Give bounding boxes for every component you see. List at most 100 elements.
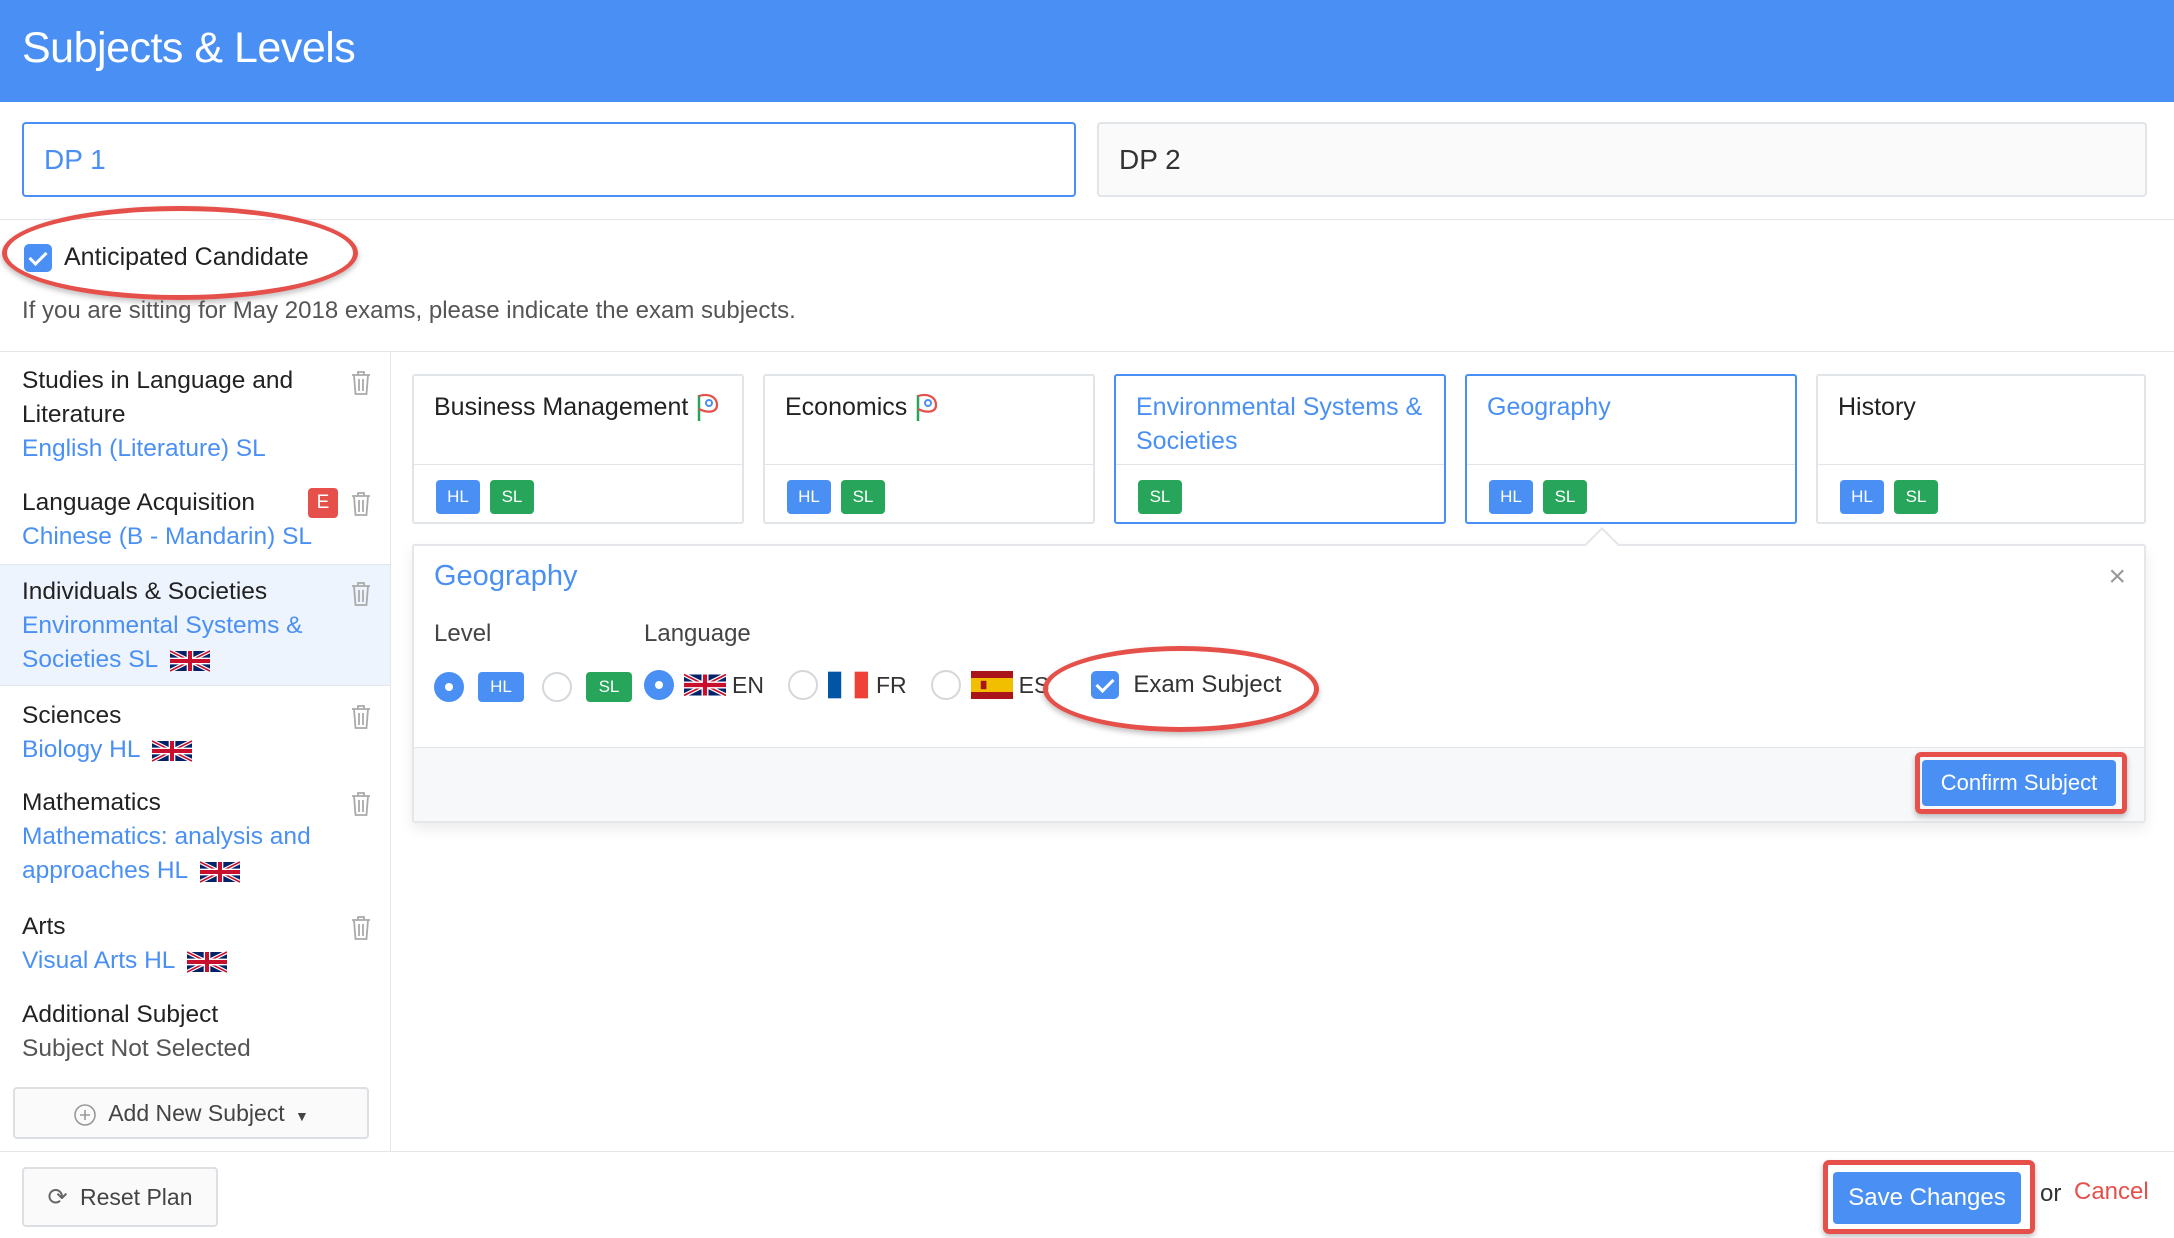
save-changes-button[interactable]: Save Changes: [1833, 1172, 2021, 1224]
anticipated-candidate[interactable]: Anticipated Candidate: [24, 243, 309, 272]
language-en-radio[interactable]: [644, 670, 674, 700]
pin-icon: [698, 394, 719, 422]
level-hl-badge[interactable]: HL: [436, 480, 480, 514]
trash-icon[interactable]: [350, 915, 372, 941]
subject-link[interactable]: Mathematics: analysis and: [22, 820, 368, 854]
uk-flag-icon: [152, 739, 193, 762]
level-sl-badge[interactable]: SL: [1138, 480, 1182, 514]
or-text: or: [2040, 1180, 2062, 1207]
level-label: Level: [434, 620, 492, 647]
france-flag-icon: [827, 671, 868, 699]
level-sl-badge[interactable]: SL: [1543, 480, 1587, 514]
trash-icon[interactable]: [350, 581, 372, 607]
subject-card-economics[interactable]: Economics HL SL: [763, 374, 1095, 524]
detail-title: Geography: [434, 560, 578, 592]
level-hl-badge: HL: [478, 672, 524, 702]
divider: [0, 351, 2174, 352]
sidebar-item-language-literature[interactable]: Studies in Language and Literature Engli…: [0, 364, 390, 476]
level-sl-badge[interactable]: SL: [1894, 480, 1938, 514]
card-divider: [414, 464, 742, 465]
group-name: Additional Subject: [22, 1001, 219, 1028]
subject-link[interactable]: English (Literature) SL: [22, 432, 368, 466]
language-es-label: ES: [1018, 671, 1050, 698]
trash-icon[interactable]: [350, 704, 372, 730]
level-hl-badge[interactable]: HL: [1840, 480, 1884, 514]
uk-flag-icon: [187, 950, 228, 973]
card-divider: [765, 464, 1093, 465]
level-hl-badge[interactable]: HL: [1489, 480, 1533, 514]
subject-link[interactable]: Visual Arts HL: [22, 944, 368, 978]
tab-dp1[interactable]: DP 1: [22, 122, 1076, 197]
add-new-subject-button[interactable]: Add New Subject ▼: [13, 1087, 369, 1139]
subject-placeholder: Subject Not Selected: [22, 1035, 251, 1062]
close-icon[interactable]: ×: [2108, 560, 2126, 594]
trash-icon[interactable]: [350, 491, 372, 517]
card-title: Geography: [1487, 393, 1611, 421]
card-title: Economics: [785, 390, 1077, 424]
sidebar-item-individuals-societies[interactable]: Individuals & Societies Environmental Sy…: [0, 564, 390, 686]
trash-icon[interactable]: [350, 370, 372, 396]
group-name: Individuals & Societies: [22, 578, 268, 605]
sidebar-item-arts[interactable]: Arts Visual Arts HL: [0, 910, 390, 990]
divider: [0, 219, 2174, 220]
language-fr-label: FR: [875, 671, 907, 698]
confirm-subject-button[interactable]: Confirm Subject: [1922, 760, 2116, 806]
plus-circle-icon: [74, 1104, 96, 1126]
subject-card-geography[interactable]: Geography HL SL: [1465, 374, 1797, 524]
add-new-subject-label: Add New Subject: [108, 1100, 285, 1126]
card-title: History: [1838, 393, 1916, 421]
level-hl-radio[interactable]: [434, 672, 464, 702]
page-header: Subjects & Levels: [0, 0, 2174, 102]
exam-subject-checkbox[interactable]: [1091, 671, 1120, 699]
card-title: Environmental Systems & Societies: [1136, 393, 1423, 455]
sidebar-item-sciences[interactable]: Sciences Biology HL: [0, 699, 390, 779]
help-text: If you are sitting for May 2018 exams, p…: [22, 297, 796, 324]
subject-link[interactable]: Biology HL: [22, 733, 368, 767]
group-name: Mathematics: [22, 789, 161, 816]
subject-link-cont[interactable]: Societies SL: [22, 643, 368, 677]
pin-icon: [916, 394, 938, 422]
spain-flag-icon: [970, 671, 1013, 699]
tab-dp2[interactable]: DP 2: [1097, 122, 2147, 197]
card-divider: [1467, 464, 1795, 465]
anticipated-label: Anticipated Candidate: [64, 243, 309, 271]
anticipated-checkbox[interactable]: [24, 243, 52, 272]
reset-plan-button[interactable]: ⟳ Reset Plan: [22, 1167, 218, 1227]
uk-flag-icon: [200, 860, 241, 883]
level-sl-badge[interactable]: SL: [841, 480, 885, 514]
subject-link[interactable]: Chinese (B - Mandarin) SL: [22, 520, 368, 554]
level-sl-badge: SL: [586, 672, 632, 702]
exam-subject-label: Exam Subject: [1133, 671, 1282, 698]
uk-flag-icon: [684, 673, 726, 697]
sidebar-item-mathematics[interactable]: Mathematics Mathematics: analysis and ap…: [0, 786, 390, 898]
exam-badge: E: [308, 488, 338, 518]
subject-card-history[interactable]: History HL SL: [1816, 374, 2146, 524]
sidebar-item-language-acquisition[interactable]: Language Acquisition Chinese (B - Mandar…: [0, 486, 390, 566]
panel-pointer: [1585, 527, 1619, 561]
group-name: Studies in Language and: [22, 367, 294, 394]
subject-card-environmental-systems[interactable]: Environmental Systems & Societies SL: [1114, 374, 1446, 524]
language-fr-radio[interactable]: [787, 670, 818, 700]
subject-detail-panel: Geography × Level Language HL SL EN FR E…: [412, 527, 2146, 823]
page-title: Subjects & Levels: [22, 24, 356, 72]
language-en-label: EN: [732, 671, 764, 698]
level-sl-badge[interactable]: SL: [490, 480, 534, 514]
detail-footer: [414, 747, 2144, 821]
sidebar-divider: [390, 352, 391, 1152]
reset-plan-label: Reset Plan: [79, 1184, 193, 1210]
trash-icon[interactable]: [350, 791, 372, 817]
level-sl-radio[interactable]: [542, 672, 572, 702]
caret-down-icon: ▼: [295, 1108, 309, 1124]
sidebar-item-additional-subject[interactable]: Additional Subject Subject Not Selected: [0, 998, 390, 1070]
subject-link[interactable]: Environmental Systems &: [22, 609, 368, 643]
language-es-radio[interactable]: [930, 670, 961, 700]
footer-divider: [0, 1151, 2174, 1152]
cancel-link[interactable]: Cancel: [2074, 1178, 2149, 1206]
group-name-cont: Literature: [22, 401, 126, 428]
level-options: HL SL: [434, 672, 632, 702]
subject-link-cont[interactable]: approaches HL: [22, 854, 368, 888]
subject-card-business-management[interactable]: Business Management HL SL: [412, 374, 744, 524]
card-divider: [1116, 464, 1444, 465]
group-name: Arts: [22, 913, 66, 940]
level-hl-badge[interactable]: HL: [787, 480, 831, 514]
